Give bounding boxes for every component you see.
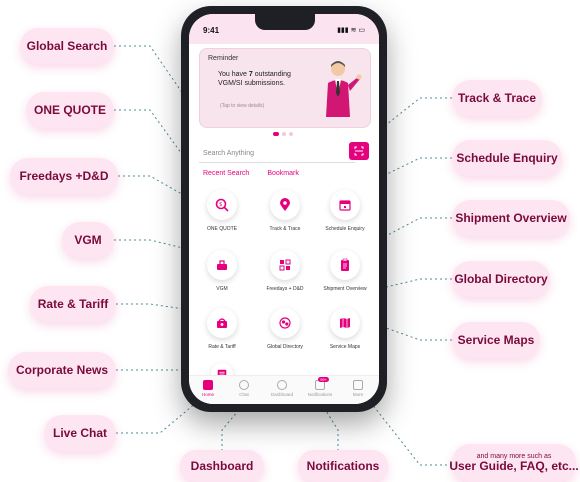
feature-one-quote[interactable]: $ ONE QUOTE [194, 190, 250, 232]
map-icon [340, 318, 350, 328]
reminder-hint: (Tap to view details) [220, 103, 265, 109]
notification-badge: 99+ [318, 377, 329, 382]
feature-shipment-overview[interactable]: Shipment Overview [317, 250, 373, 292]
status-time: 9:41 [203, 26, 220, 35]
callout-global-search: Global Search [20, 28, 114, 64]
feature-freedays[interactable]: Freedays + D&D [257, 250, 313, 292]
callout-more-features: and many more such as User Guide, FAQ, e… [449, 444, 579, 482]
app-screen: 9:41 ▮▮▮ ≋ ▭ Reminder You have 7 outstan… [189, 14, 379, 404]
nav-notifications[interactable]: 99+ Notifications [305, 377, 335, 397]
businessman-illustration [326, 61, 362, 117]
more-features-title: User Guide, FAQ, etc... [449, 459, 579, 474]
nav-home[interactable]: Home [193, 380, 223, 397]
search-input[interactable]: Search Anything [199, 144, 355, 163]
tab-recent-search[interactable]: Recent Search [203, 170, 249, 177]
callout-global-directory: Global Directory [452, 261, 550, 297]
callout-one-quote: ONE QUOTE [26, 92, 114, 128]
feature-vgm[interactable]: VGM [194, 250, 250, 292]
callout-notifications: Notifications [298, 450, 388, 482]
tab-bookmark[interactable]: Bookmark [267, 170, 299, 177]
more-icon [353, 380, 363, 390]
scale-icon [217, 260, 227, 270]
callout-dashboard: Dashboard [180, 450, 264, 482]
carousel-indicator [273, 132, 293, 136]
callout-rate-tariff: Rate & Tariff [30, 286, 116, 322]
callout-service-maps: Service Maps [452, 322, 540, 358]
callout-corporate-news: Corporate News [8, 352, 116, 388]
callout-track-trace: Track & Trace [452, 80, 542, 116]
callout-shipment-overview: Shipment Overview [452, 200, 570, 236]
reminder-text: You have 7 outstanding VGM/SI submission… [218, 71, 291, 87]
location-pin-icon [280, 198, 290, 211]
scan-icon [354, 146, 364, 156]
search-tabs: Recent Search Bookmark [203, 170, 299, 177]
callout-vgm: VGM [62, 222, 114, 258]
quote-icon: $ [215, 198, 229, 212]
feature-rate-tariff[interactable]: Rate & Tariff [194, 308, 250, 350]
dashboard-icon [277, 380, 287, 390]
clipboard-icon [341, 258, 349, 271]
scan-button[interactable] [349, 142, 369, 160]
grid-icon [279, 259, 291, 271]
rate-icon [217, 318, 227, 328]
bottom-navigation: Home Chat Dashboard 99+ Notifications Mo… [189, 375, 379, 404]
directory-icon [279, 317, 291, 329]
phone-mockup: 9:41 ▮▮▮ ≋ ▭ Reminder You have 7 outstan… [181, 6, 387, 412]
signal-wifi-battery-icon: ▮▮▮ ≋ ▭ [337, 27, 365, 34]
calendar-icon [339, 200, 351, 211]
callout-freedays: Freedays +D&D [10, 158, 118, 194]
feature-schedule-enquiry[interactable]: Schedule Enquiry [317, 190, 373, 232]
phone-notch [255, 14, 315, 30]
callout-live-chat: Live Chat [44, 415, 116, 451]
reminder-card[interactable]: Reminder You have 7 outstanding VGM/SI s… [199, 48, 371, 128]
svg-text:$: $ [219, 202, 222, 208]
nav-dashboard[interactable]: Dashboard [267, 380, 297, 397]
nav-chat[interactable]: Chat [229, 380, 259, 397]
nav-more[interactable]: More [343, 380, 373, 397]
feature-overview: Global Search ONE QUOTE Freedays +D&D VG… [0, 0, 580, 482]
reminder-title: Reminder [208, 55, 239, 62]
feature-track-trace[interactable]: Track & Trace [257, 190, 313, 232]
home-icon [203, 380, 213, 390]
callout-schedule-enquiry: Schedule Enquiry [452, 140, 562, 176]
feature-global-directory[interactable]: Global Directory [257, 308, 313, 350]
chat-icon [239, 380, 249, 390]
feature-service-maps[interactable]: Service Maps [317, 308, 373, 350]
